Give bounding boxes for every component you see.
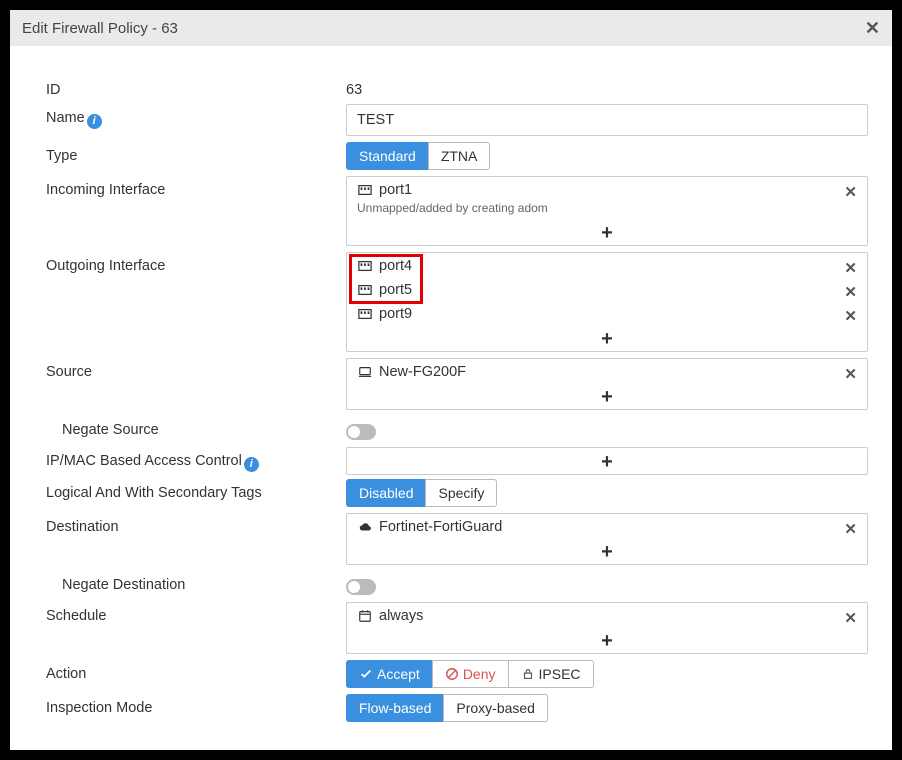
list-item[interactable]: port9 ✕ bbox=[347, 301, 867, 325]
list-item-label: always bbox=[379, 608, 423, 624]
close-icon[interactable]: ✕ bbox=[865, 18, 880, 39]
add-icon[interactable]: + bbox=[347, 219, 867, 245]
logical-disabled-button[interactable]: Disabled bbox=[346, 479, 425, 507]
add-icon[interactable]: + bbox=[347, 448, 867, 474]
logical-label: Logical And With Secondary Tags bbox=[46, 479, 346, 501]
action-label: Action bbox=[46, 660, 346, 682]
port-icon bbox=[357, 183, 373, 197]
check-icon bbox=[359, 667, 373, 681]
form-body: ID 63 Namei Type Standard ZTNA Incomi bbox=[10, 46, 892, 738]
ipmac-label: IP/MAC Based Access Controli bbox=[46, 447, 346, 472]
list-item-subtext: Unmapped/added by creating adom bbox=[347, 201, 867, 219]
inspection-toggle: Flow-based Proxy-based bbox=[346, 694, 868, 722]
negate-destination-label: Negate Destination bbox=[46, 571, 346, 593]
add-icon[interactable]: + bbox=[347, 325, 867, 351]
calendar-icon bbox=[357, 609, 373, 623]
type-standard-button[interactable]: Standard bbox=[346, 142, 428, 170]
remove-icon[interactable]: ✕ bbox=[844, 259, 857, 277]
destination-label: Destination bbox=[46, 513, 346, 535]
info-icon[interactable]: i bbox=[87, 114, 102, 129]
incoming-selector[interactable]: port1 ✕ Unmapped/added by creating adom … bbox=[346, 176, 868, 246]
list-item-label: port4 bbox=[379, 258, 412, 274]
device-icon bbox=[357, 365, 373, 379]
schedule-selector[interactable]: always ✕ + bbox=[346, 602, 868, 654]
edit-policy-dialog: Edit Firewall Policy - 63 ✕ ID 63 Namei … bbox=[10, 10, 892, 750]
negate-source-label: Negate Source bbox=[46, 416, 346, 438]
deny-icon bbox=[445, 667, 459, 681]
remove-icon[interactable]: ✕ bbox=[844, 609, 857, 627]
source-label: Source bbox=[46, 358, 346, 380]
outgoing-selector[interactable]: port4 ✕ port5 ✕ port9 bbox=[346, 252, 868, 352]
port-icon bbox=[357, 259, 373, 273]
schedule-label: Schedule bbox=[46, 602, 346, 624]
list-item-label: port1 bbox=[379, 182, 412, 198]
add-icon[interactable]: + bbox=[347, 627, 867, 653]
list-item[interactable]: Fortinet-FortiGuard ✕ bbox=[347, 514, 867, 538]
list-item-label: port5 bbox=[379, 282, 412, 298]
incoming-label: Incoming Interface bbox=[46, 176, 346, 198]
remove-icon[interactable]: ✕ bbox=[844, 283, 857, 301]
remove-icon[interactable]: ✕ bbox=[844, 365, 857, 383]
id-value: 63 bbox=[346, 76, 868, 98]
name-label: Namei bbox=[46, 104, 346, 129]
inspection-flow-button[interactable]: Flow-based bbox=[346, 694, 443, 722]
logical-specify-button[interactable]: Specify bbox=[425, 479, 497, 507]
type-ztna-button[interactable]: ZTNA bbox=[428, 142, 491, 170]
add-icon[interactable]: + bbox=[347, 383, 867, 409]
list-item-label: New-FG200F bbox=[379, 364, 466, 380]
list-item[interactable]: always ✕ bbox=[347, 603, 867, 627]
list-item[interactable]: New-FG200F ✕ bbox=[347, 359, 867, 383]
port-icon bbox=[357, 283, 373, 297]
action-deny-button[interactable]: Deny bbox=[432, 660, 508, 688]
remove-icon[interactable]: ✕ bbox=[844, 520, 857, 538]
destination-selector[interactable]: Fortinet-FortiGuard ✕ + bbox=[346, 513, 868, 565]
action-ipsec-button[interactable]: IPSEC bbox=[508, 660, 594, 688]
logical-toggle: Disabled Specify bbox=[346, 479, 868, 507]
remove-icon[interactable]: ✕ bbox=[844, 307, 857, 325]
source-selector[interactable]: New-FG200F ✕ + bbox=[346, 358, 868, 410]
add-icon[interactable]: + bbox=[347, 538, 867, 564]
negate-source-toggle[interactable] bbox=[346, 424, 376, 440]
info-icon[interactable]: i bbox=[244, 457, 259, 472]
action-accept-button[interactable]: Accept bbox=[346, 660, 432, 688]
inspection-label: Inspection Mode bbox=[46, 694, 346, 716]
ipmac-selector[interactable]: + bbox=[346, 447, 868, 475]
list-item[interactable]: port1 ✕ bbox=[347, 177, 867, 201]
type-label: Type bbox=[46, 142, 346, 164]
list-item-label: Fortinet-FortiGuard bbox=[379, 519, 502, 535]
inspection-proxy-button[interactable]: Proxy-based bbox=[443, 694, 548, 722]
cloud-icon bbox=[357, 520, 373, 534]
dialog-title: Edit Firewall Policy - 63 bbox=[22, 20, 178, 37]
list-item-label: port9 bbox=[379, 306, 412, 322]
id-label: ID bbox=[46, 76, 346, 98]
remove-icon[interactable]: ✕ bbox=[844, 183, 857, 201]
negate-destination-toggle[interactable] bbox=[346, 579, 376, 595]
list-item[interactable]: port4 ✕ bbox=[347, 253, 867, 277]
action-toggle: Accept Deny IPSEC bbox=[346, 660, 868, 688]
type-toggle: Standard ZTNA bbox=[346, 142, 868, 170]
list-item[interactable]: port5 ✕ bbox=[347, 277, 867, 301]
port-icon bbox=[357, 307, 373, 321]
outgoing-label: Outgoing Interface bbox=[46, 252, 346, 274]
lock-icon bbox=[521, 667, 535, 681]
dialog-titlebar: Edit Firewall Policy - 63 ✕ bbox=[10, 10, 892, 46]
name-input[interactable] bbox=[346, 104, 868, 136]
